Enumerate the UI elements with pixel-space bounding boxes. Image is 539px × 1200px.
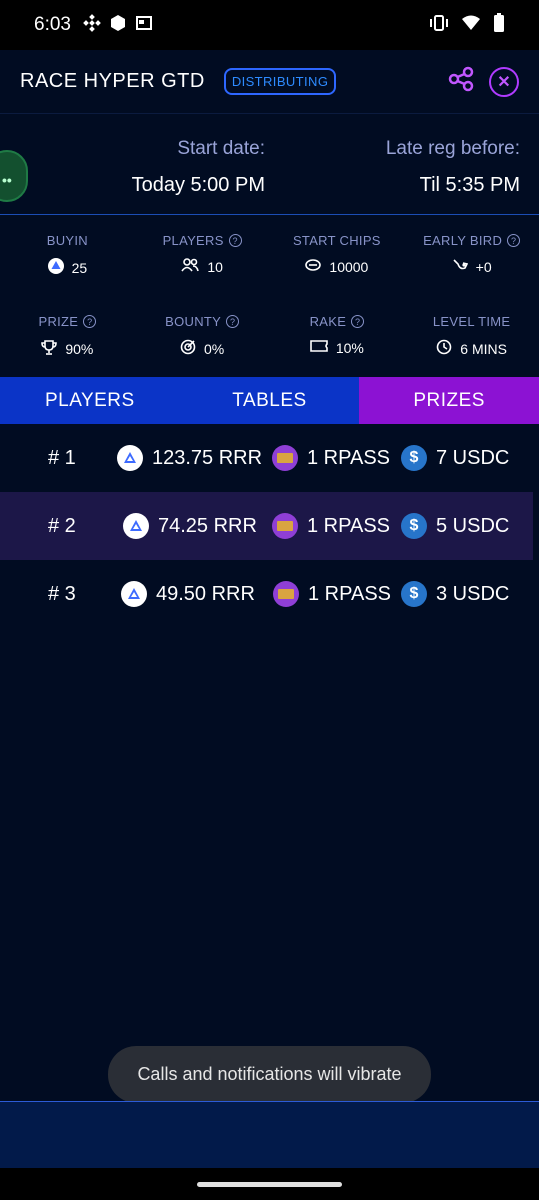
start-date-value: Today 5:00 PM [131, 174, 265, 196]
close-icon[interactable]: ✕ [489, 66, 519, 97]
tab-players[interactable]: PLAYERS [0, 377, 180, 424]
players-value: 10 [207, 258, 223, 275]
help-icon[interactable]: ? [351, 315, 365, 328]
stat-players: PLAYERS? 10 [135, 233, 270, 314]
rrr-token-icon [121, 581, 147, 607]
late-reg-label: Late reg before: [385, 138, 520, 159]
prize-pass: 1 RPASS [307, 514, 390, 537]
binance-icon [83, 13, 101, 37]
rake-value: 10% [335, 339, 364, 356]
rpass-ticket-icon [272, 513, 298, 539]
level-time-value: 6 MINS [460, 340, 507, 357]
prize-pass: 1 RPASS [307, 446, 390, 469]
stats-section: BUYIN 25 PLAYERS? 10 START CHIPS 10000 E… [0, 215, 539, 395]
vibrate-icon [429, 14, 449, 37]
rrr-token-icon [123, 513, 149, 539]
help-icon[interactable]: ? [83, 315, 97, 328]
help-icon[interactable]: ? [507, 234, 521, 247]
usdc-icon: $ [401, 513, 427, 539]
prize-value: 90% [65, 340, 94, 357]
dates-section: •• Start date: Today 5:00 PM Late reg be… [0, 114, 539, 215]
chips-icon [305, 258, 322, 275]
buyin-label: BUYIN [46, 233, 88, 248]
tournament-screen: RACE HYPER GTD DISTRIBUTING ✕ •• Start d… [0, 50, 539, 1168]
start-chips-label: START CHIPS [292, 233, 381, 248]
app-notification-icon [109, 14, 127, 37]
early-bird-value: +0 [475, 258, 492, 275]
prize-rrr: 49.50 RRR [156, 582, 255, 605]
rrr-token-icon [47, 258, 64, 277]
stat-early-bird: EARLY BIRD? +0 [404, 233, 539, 314]
start-date-label: Start date: [177, 138, 265, 159]
list-item: # 2 74.25 RRR 1 RPASS $ 5 USDC [0, 492, 533, 560]
rpass-ticket-icon [273, 581, 299, 607]
rpass-ticket-icon [272, 445, 298, 471]
home-indicator[interactable] [197, 1182, 342, 1187]
stat-buyin: BUYIN 25 [0, 233, 135, 314]
more-icon: •• [2, 172, 12, 188]
level-time-label: LEVEL TIME [432, 314, 511, 329]
bottom-bar [0, 1101, 539, 1168]
tab-tables[interactable]: TABLES [179, 377, 360, 424]
late-reg-value: Til 5:35 PM [419, 174, 520, 196]
prize-list: # 1 123.75 RRR 1 RPASS $ 7 USDC # 2 74.2… [0, 424, 539, 628]
tab-bar: PLAYERS TABLES PRIZES [0, 377, 539, 424]
buyin-value: 25 [71, 259, 88, 276]
toast-message: Calls and notifications will vibrate [108, 1046, 431, 1103]
system-nav-bar [0, 1168, 539, 1200]
prize-rank: # 1 [48, 446, 76, 469]
status-bar: 6:03 [0, 0, 539, 50]
late-reg: Late reg before: Til 5:35 PM [386, 138, 520, 197]
help-icon[interactable]: ? [228, 234, 242, 247]
help-icon[interactable]: ? [226, 315, 240, 328]
prize-rrr: 123.75 RRR [152, 446, 263, 469]
list-item: # 3 49.50 RRR 1 RPASS $ 3 USDC [0, 560, 539, 628]
usdc-icon: $ [401, 445, 427, 471]
prize-usdc: 7 USDC [436, 446, 510, 469]
ticket-icon [310, 339, 328, 356]
rrr-token-icon [117, 445, 143, 471]
bounty-value: 0% [204, 340, 225, 357]
prize-rank: # 3 [48, 582, 76, 605]
clock-icon [436, 339, 452, 358]
trophy-icon [41, 339, 58, 358]
wifi-icon [461, 14, 481, 37]
share-icon[interactable] [447, 65, 475, 98]
stat-start-chips: START CHIPS 10000 [270, 233, 405, 314]
usdc-icon: $ [401, 581, 427, 607]
tab-prizes[interactable]: PRIZES [359, 377, 539, 424]
prize-rank: # 2 [48, 514, 76, 537]
bird-icon [452, 258, 468, 275]
users-icon [181, 258, 200, 275]
rake-label: RAKE [309, 314, 347, 329]
chat-button[interactable]: •• [0, 150, 28, 202]
bounty-label: BOUNTY [165, 314, 222, 329]
prize-rrr: 74.25 RRR [158, 514, 257, 537]
status-badge: DISTRIBUTING [223, 68, 337, 95]
prize-pass: 1 RPASS [308, 582, 391, 605]
battery-icon [493, 12, 505, 38]
tournament-title: RACE HYPER GTD [20, 70, 205, 92]
start-chips-value: 10000 [329, 258, 369, 275]
target-icon [180, 339, 196, 358]
header: RACE HYPER GTD DISTRIBUTING ✕ [0, 50, 539, 114]
start-date: Start date: Today 5:00 PM [132, 138, 265, 197]
prize-usdc: 3 USDC [436, 582, 510, 605]
prize-label: PRIZE [38, 314, 79, 329]
list-item: # 1 123.75 RRR 1 RPASS $ 7 USDC [0, 424, 539, 492]
news-icon [135, 14, 153, 37]
early-bird-label: EARLY BIRD [423, 233, 503, 248]
status-time: 6:03 [34, 14, 71, 35]
prize-usdc: 5 USDC [436, 514, 510, 537]
players-label: PLAYERS [162, 233, 224, 248]
